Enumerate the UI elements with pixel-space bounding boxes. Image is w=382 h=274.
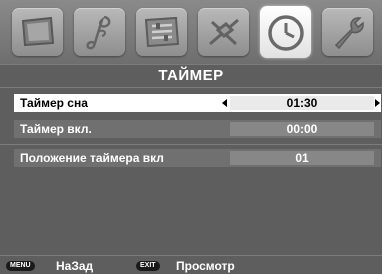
- menu-row-sleep-timer[interactable]: Таймер сна 01:30: [14, 94, 381, 112]
- menu-row-on-timer-position[interactable]: Положение таймера вкл 01: [14, 149, 381, 167]
- back-label: НаЗад: [56, 259, 94, 273]
- page-title: ТАЙМЕР: [158, 67, 224, 84]
- row-value: 00:00: [230, 122, 374, 136]
- footer-bar: MENU НаЗад EXIT Просмотр: [0, 258, 382, 274]
- tab-picture[interactable]: [12, 8, 63, 56]
- row-divider: [0, 144, 382, 145]
- menu-key-badge[interactable]: MENU: [6, 261, 35, 271]
- exit-label: Просмотр: [176, 259, 235, 273]
- tab-divider: [0, 64, 382, 65]
- wrench-icon: [328, 14, 368, 50]
- clock-icon: [265, 11, 307, 53]
- row-label: Положение таймера вкл: [20, 151, 164, 165]
- exit-key-badge[interactable]: EXIT: [136, 261, 160, 271]
- arrow-left-icon[interactable]: [222, 99, 227, 107]
- settings-panel-icon: [142, 14, 182, 50]
- row-value: 01: [230, 151, 374, 165]
- tab-sound[interactable]: [74, 8, 125, 56]
- satellite-icon: [204, 14, 244, 50]
- title-divider: [0, 87, 382, 88]
- arrow-right-icon[interactable]: [375, 99, 380, 107]
- footer-divider: [0, 255, 382, 256]
- menu-row-on-timer[interactable]: Таймер вкл. 00:00: [14, 120, 381, 138]
- menu-tab-bar: [0, 0, 382, 64]
- tab-timer[interactable]: [260, 6, 311, 58]
- music-note-icon: [80, 14, 120, 50]
- row-value: 01:30: [230, 96, 374, 110]
- tab-setup[interactable]: [322, 8, 373, 56]
- tab-settings[interactable]: [136, 8, 187, 56]
- screen-icon: [18, 15, 58, 49]
- row-label: Таймер сна: [20, 96, 88, 110]
- tab-channels[interactable]: [198, 8, 249, 56]
- row-label: Таймер вкл.: [20, 122, 92, 136]
